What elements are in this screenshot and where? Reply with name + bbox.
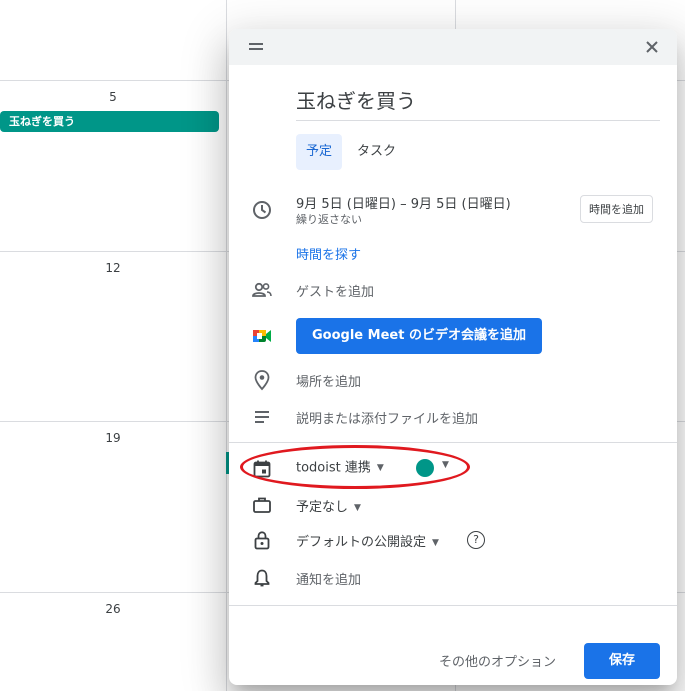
- add-google-meet-button[interactable]: Google Meet のビデオ会議を追加: [296, 318, 542, 354]
- help-icon[interactable]: ?: [467, 531, 485, 549]
- guests-input[interactable]: ゲストを追加: [296, 281, 374, 300]
- chevron-down-icon: ▼: [432, 537, 439, 548]
- drag-handle-icon[interactable]: [249, 43, 263, 51]
- lock-icon: [251, 529, 273, 551]
- close-button[interactable]: [641, 36, 663, 58]
- google-meet-icon: [251, 325, 273, 347]
- divider: [229, 605, 677, 606]
- location-pin-icon: [251, 369, 273, 391]
- event-chip[interactable]: 玉ねぎを買う: [0, 111, 219, 132]
- people-icon: [251, 279, 273, 301]
- day-number[interactable]: 26: [0, 602, 226, 616]
- bell-icon: [251, 567, 273, 589]
- close-icon: [646, 41, 658, 53]
- day-number[interactable]: 5: [0, 90, 226, 104]
- location-input[interactable]: 場所を追加: [296, 371, 361, 390]
- busy-status-select[interactable]: 予定なし ▼: [296, 496, 361, 515]
- repeat-setting[interactable]: 繰り返さない: [296, 211, 362, 227]
- date-range[interactable]: 9月 5日 (日曜日) – 9月 5日 (日曜日): [296, 193, 511, 212]
- more-options-button[interactable]: その他のオプション: [439, 651, 556, 670]
- day-number[interactable]: 19: [0, 431, 226, 445]
- description-icon: [251, 406, 273, 428]
- visibility-select[interactable]: デフォルトの公開設定 ▼: [296, 531, 439, 550]
- description-input[interactable]: 説明または添付ファイルを追加: [296, 408, 478, 427]
- clock-icon: [251, 199, 273, 221]
- day-number[interactable]: 12: [0, 261, 226, 275]
- tab-task[interactable]: タスク: [347, 134, 406, 170]
- visibility-label: デフォルトの公開設定: [296, 535, 427, 550]
- add-time-button[interactable]: 時間を追加: [580, 195, 653, 223]
- event-quick-edit-dialog: 予定 タスク 9月 5日 (日曜日) – 9月 5日 (日曜日) 繰り返さない …: [229, 29, 677, 685]
- find-time-link[interactable]: 時間を探す: [296, 244, 361, 263]
- briefcase-icon: [251, 494, 273, 516]
- grid-line: [226, 0, 227, 691]
- divider: [229, 442, 677, 443]
- dialog-header[interactable]: [229, 29, 677, 65]
- tab-event[interactable]: 予定: [296, 134, 343, 170]
- event-title-input[interactable]: [296, 83, 660, 121]
- busy-status-label: 予定なし: [296, 500, 349, 515]
- save-button[interactable]: 保存: [584, 643, 660, 679]
- chevron-down-icon: ▼: [354, 502, 361, 513]
- add-notification-input[interactable]: 通知を追加: [296, 569, 361, 588]
- highlight-annotation: [240, 445, 470, 489]
